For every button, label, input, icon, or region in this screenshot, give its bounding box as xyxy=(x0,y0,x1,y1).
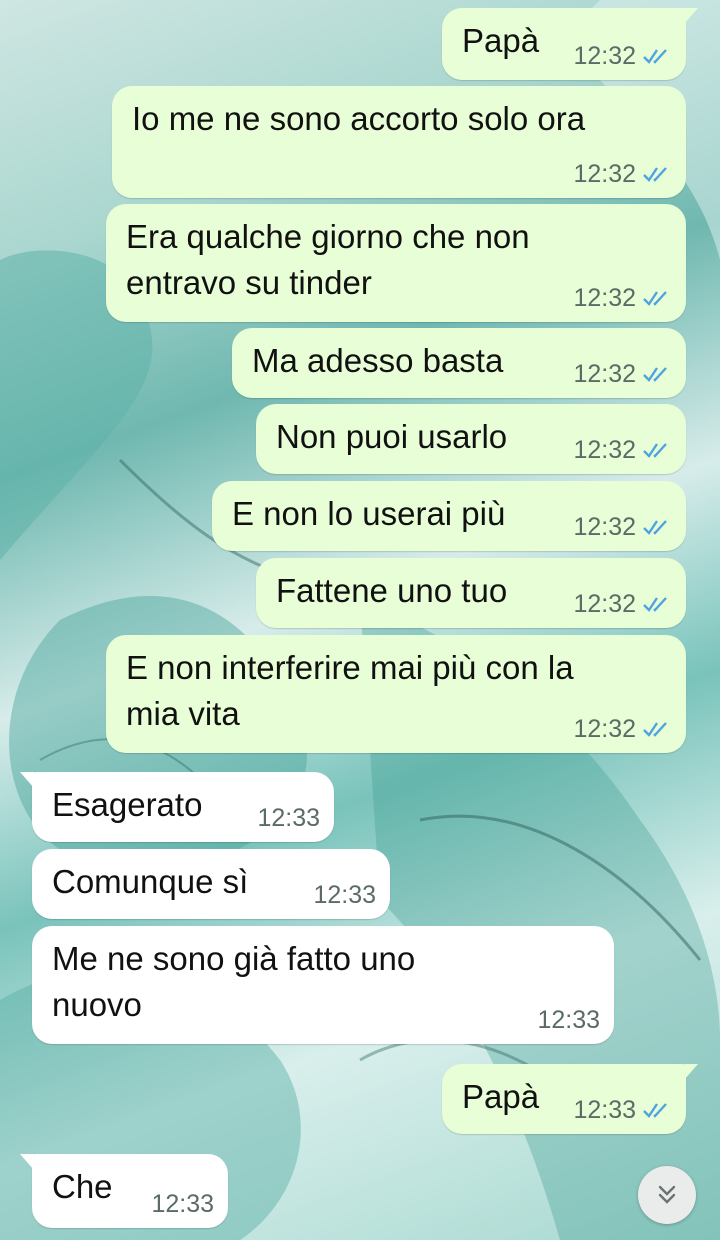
double-check-icon xyxy=(643,167,667,182)
message-meta: 12:33 xyxy=(257,804,320,832)
message-time: 12:33 xyxy=(537,1006,600,1034)
double-chevron-down-icon xyxy=(658,1185,676,1204)
message-meta: 12:33 xyxy=(313,881,376,909)
message-time: 12:33 xyxy=(573,1096,636,1124)
outgoing-message[interactable]: Ma adesso basta 12:32 xyxy=(232,328,686,398)
message-meta: 12:32 xyxy=(573,160,672,188)
outgoing-message[interactable]: Non puoi usarlo 12:32 xyxy=(256,404,686,474)
outgoing-message[interactable]: Papà 12:33 xyxy=(442,1064,698,1134)
message-time: 12:32 xyxy=(573,160,636,188)
message-time: 12:33 xyxy=(257,804,320,832)
outgoing-message[interactable]: E non lo userai più 12:32 xyxy=(212,481,686,551)
message-text: Io me ne sono accorto solo ora xyxy=(132,100,586,137)
outgoing-message[interactable]: Fattene uno tuo 12:32 xyxy=(256,558,686,628)
message-meta: 12:32 xyxy=(573,590,672,618)
message-time: 12:32 xyxy=(573,284,636,312)
incoming-message[interactable]: Comunque sì 12:33 xyxy=(32,849,390,919)
message-time: 12:32 xyxy=(573,513,636,541)
message-time: 12:33 xyxy=(151,1190,214,1218)
message-time: 12:32 xyxy=(573,42,636,70)
message-time: 12:32 xyxy=(573,436,636,464)
incoming-message[interactable]: Che 12:33 xyxy=(20,1154,228,1228)
message-meta: 12:32 xyxy=(573,715,672,743)
double-check-icon xyxy=(643,443,667,458)
message-time: 12:32 xyxy=(573,360,636,388)
scroll-to-bottom-button[interactable] xyxy=(638,1166,696,1224)
message-meta: 12:33 xyxy=(573,1096,672,1124)
message-time: 12:33 xyxy=(313,881,376,909)
outgoing-message[interactable]: Era qualche giorno che non entravo su ti… xyxy=(106,204,686,322)
message-text: Papà xyxy=(462,22,540,59)
double-check-icon xyxy=(643,367,667,382)
message-meta: 12:32 xyxy=(573,360,672,388)
message-meta: 12:33 xyxy=(537,1006,600,1034)
incoming-message[interactable]: Esagerato 12:33 xyxy=(20,772,334,842)
double-check-icon xyxy=(643,597,667,612)
message-text: Me ne sono già fatto uno nuovo xyxy=(52,940,416,1023)
double-check-icon xyxy=(643,49,667,64)
message-time: 12:32 xyxy=(573,715,636,743)
message-meta: 12:32 xyxy=(573,436,672,464)
message-meta: 12:32 xyxy=(573,42,672,70)
outgoing-message[interactable]: Papà 12:32 xyxy=(442,8,698,80)
double-check-icon xyxy=(643,1103,667,1118)
outgoing-message[interactable]: E non interferire mai più con la mia vit… xyxy=(106,635,686,753)
message-list[interactable]: Papà 12:32 Io me ne sono accorto solo or… xyxy=(0,0,720,1240)
message-meta: 12:32 xyxy=(573,513,672,541)
double-check-icon xyxy=(643,520,667,535)
message-time: 12:32 xyxy=(573,590,636,618)
incoming-message[interactable]: Me ne sono già fatto uno nuovo 12:33 xyxy=(32,926,614,1044)
double-check-icon xyxy=(643,291,667,306)
message-meta: 12:33 xyxy=(151,1190,214,1218)
outgoing-message[interactable]: Io me ne sono accorto solo ora 12:32 xyxy=(112,86,686,198)
message-meta: 12:32 xyxy=(573,284,672,312)
double-check-icon xyxy=(643,722,667,737)
